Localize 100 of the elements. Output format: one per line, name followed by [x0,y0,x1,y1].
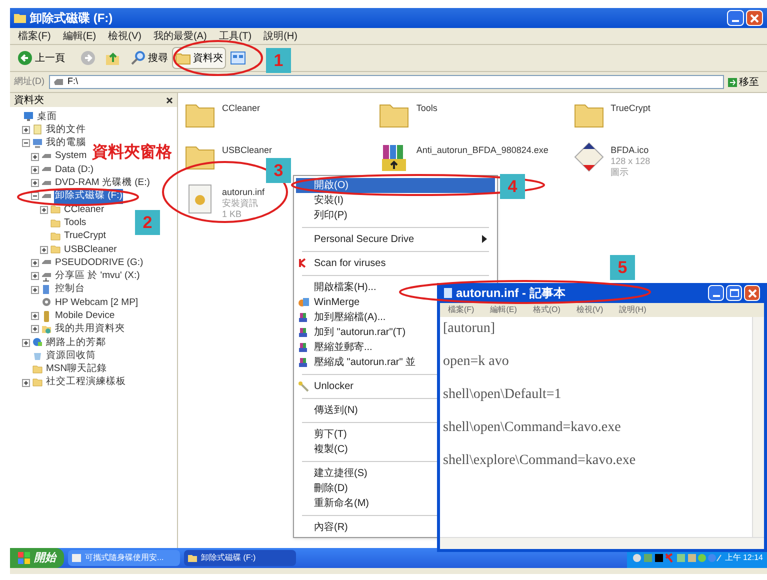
expander-icon[interactable] [31,192,39,200]
close-button[interactable] [746,10,763,26]
tree-item[interactable]: HP Webcam [2 MP] [54,296,140,310]
folder-icon [50,230,61,242]
menu-item[interactable]: 編輯(E) [490,304,517,316]
tree-item[interactable]: 桌面 [36,110,58,124]
phone-icon [41,310,52,322]
tree-item[interactable]: USBCleaner [63,242,118,257]
menu-item[interactable]: Unlocker [296,379,436,394]
menu-item[interactable]: 格式(O) [532,304,560,316]
tree-item[interactable]: TrueCrypt [63,229,107,244]
close-icon[interactable] [166,96,173,104]
maximize-button[interactable] [726,285,742,301]
menu-item[interactable]: 傳送到(N) [296,403,436,418]
menu-item[interactable]: Personal Secure Drive [296,232,495,247]
file-name[interactable]: USBCleaner [222,145,272,156]
menu-item[interactable]: 內容(R) [296,520,436,535]
menu-item[interactable]: 編輯(E) [62,28,96,44]
folder-icon [188,554,197,562]
menu-item[interactable]: 複製(C) [296,442,436,457]
menu-item[interactable]: 加到壓縮檔(A)... [296,310,436,325]
address-field[interactable]: F:\ [48,75,724,89]
minimize-button[interactable] [708,285,724,301]
menu-item[interactable]: 剪下(T) [296,427,436,442]
menu-item[interactable]: 壓縮並郵寄... [296,340,436,355]
file-detail: 安裝資訊 [222,198,259,209]
tree-item[interactable]: 資源回收筒 [45,348,97,364]
taskbar-button[interactable]: 卸除式磁碟 (F:) [184,550,296,566]
tree-item[interactable]: 控制台 [54,282,86,297]
close-button[interactable] [744,285,760,301]
tree-item[interactable]: Mobile Device [54,308,116,324]
tree-item[interactable]: System [54,149,88,164]
minimize-button[interactable] [727,10,744,26]
tree-item[interactable]: 網路上的芳鄰 [45,336,107,350]
tree-item[interactable]: Data (D:) [54,162,95,177]
file-detail: 圖示 [610,167,630,178]
tree-item[interactable]: CCleaner [63,202,106,217]
expander-icon[interactable] [40,246,48,254]
menu-item[interactable]: 列印(P) [296,208,436,223]
wand-icon [298,381,310,392]
menu-item[interactable]: 建立捷徑(S) [296,466,436,481]
go-button[interactable]: 移至 [728,74,763,90]
menu-item[interactable]: Scan for viruses [296,256,436,271]
tree-item[interactable]: PSEUDODRIVE (G:) [54,256,144,270]
menu-item[interactable]: 開啟檔案(H)... [296,280,436,295]
file-name[interactable]: Anti_autorun_BFDA_980824.exe [416,145,548,156]
search-button[interactable]: 搜尋 [127,47,171,69]
expander-icon[interactable] [40,206,48,214]
tree-item[interactable]: DVD-RAM 光碟機 (E:) [54,176,151,190]
tree-item[interactable]: MSN聊天記錄 [45,362,108,376]
tree-item[interactable]: Tools [63,216,88,230]
start-button[interactable]: 開始 [10,548,64,568]
menu-item[interactable]: WinMerge [296,295,436,310]
back-button[interactable]: 上一頁 [14,47,76,69]
tree-item[interactable]: 我的共用資料夾 [54,322,126,337]
menu-item[interactable]: 說明(H) [619,304,646,316]
menu-item[interactable]: 工具(T) [218,28,252,44]
menu-item[interactable]: 檢視(V) [576,304,604,316]
computer-icon [32,138,43,149]
expander-icon[interactable] [31,179,39,188]
menu-item[interactable]: 檔案(F) [18,28,51,44]
menu-item[interactable]: 檢視(V) [108,28,142,44]
menu-item[interactable]: 加到 "autorun.rar"(T) [296,325,436,340]
expander-icon[interactable] [31,166,39,174]
close-icon [750,14,759,22]
desktop-icon [23,111,34,122]
expander-icon[interactable] [22,126,30,134]
annotation-label: 資料夾窗格 [92,142,172,163]
up-folder-icon [105,50,121,66]
tree-item[interactable]: 分享區 於 'mvu' (X:) [54,269,141,284]
menu-item[interactable]: 我的最愛(A) [153,28,207,44]
file-name[interactable]: Tools [416,103,438,114]
expander-icon[interactable] [22,139,30,148]
scrollbar[interactable] [752,317,764,537]
file-name[interactable]: CCleaner [222,103,260,114]
menu-item[interactable]: 安裝(I) [296,193,436,208]
file-name[interactable]: TrueCrypt [610,103,650,114]
expander-icon[interactable] [31,312,39,320]
expander-icon[interactable] [31,258,39,267]
tree-item[interactable]: 社交工程演練樣板 [45,375,127,390]
expander-icon[interactable] [22,378,30,387]
expander-icon[interactable] [31,152,39,161]
document-icon [32,124,43,136]
expander-icon[interactable] [31,325,39,334]
menu-item[interactable]: 檔案(F) [448,304,474,316]
folders-button[interactable]: 資料夾 [172,47,226,69]
expander-icon[interactable] [31,286,39,294]
file-name[interactable]: BFDA.ico [610,145,650,156]
menu-item[interactable]: 開啟(O) [296,178,495,193]
file-name[interactable]: autorun.inf [222,187,265,198]
scrollbar[interactable] [440,537,764,549]
expander-icon[interactable] [31,272,39,280]
tree-item[interactable]: 我的文件 [45,122,87,138]
tree-item[interactable]: 我的電腦 [45,136,87,150]
expander-icon[interactable] [22,338,30,347]
menu-item[interactable]: 說明(H) [264,28,298,44]
archive-icon [298,327,310,338]
menu-item[interactable]: 壓縮成 "autorun.rar" 並 [296,355,436,370]
menu-item[interactable]: 重新命名(M) [296,496,436,511]
menu-item[interactable]: 刪除(D) [296,481,436,496]
